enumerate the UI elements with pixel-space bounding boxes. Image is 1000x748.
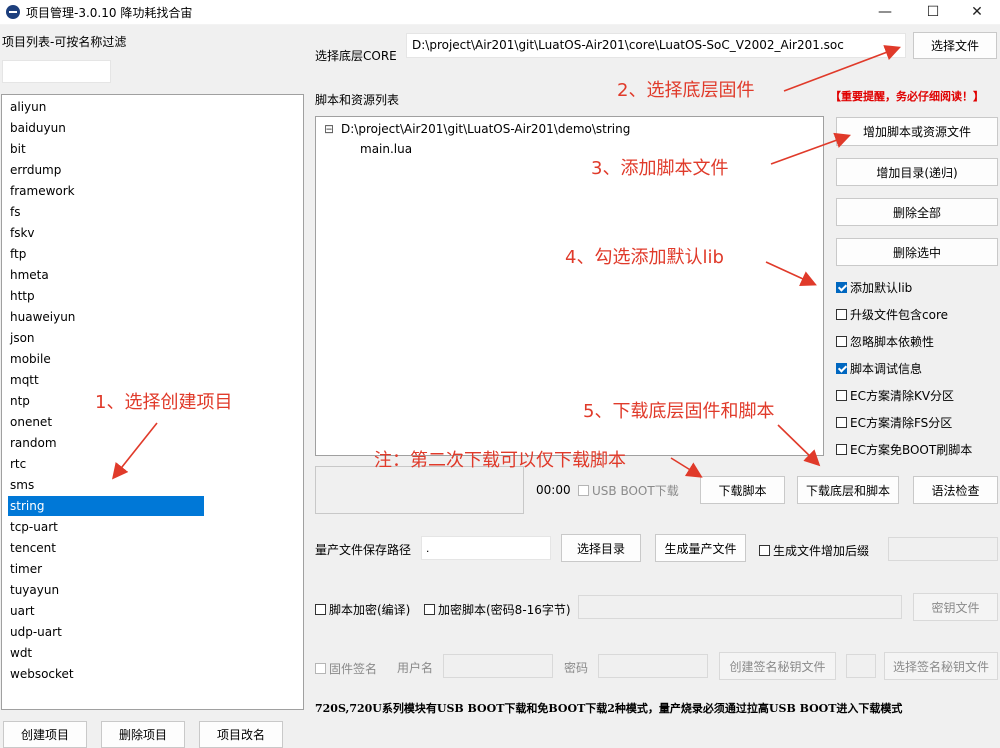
- arrow-note: [670, 457, 703, 478]
- arrow-step-2: [783, 45, 901, 92]
- annotation-arrows: [112, 45, 901, 480]
- arrow-step-5: [777, 424, 821, 467]
- arrow-step-3: [770, 132, 852, 165]
- arrow-step-4: [765, 261, 817, 286]
- arrow-step-1: [112, 422, 158, 480]
